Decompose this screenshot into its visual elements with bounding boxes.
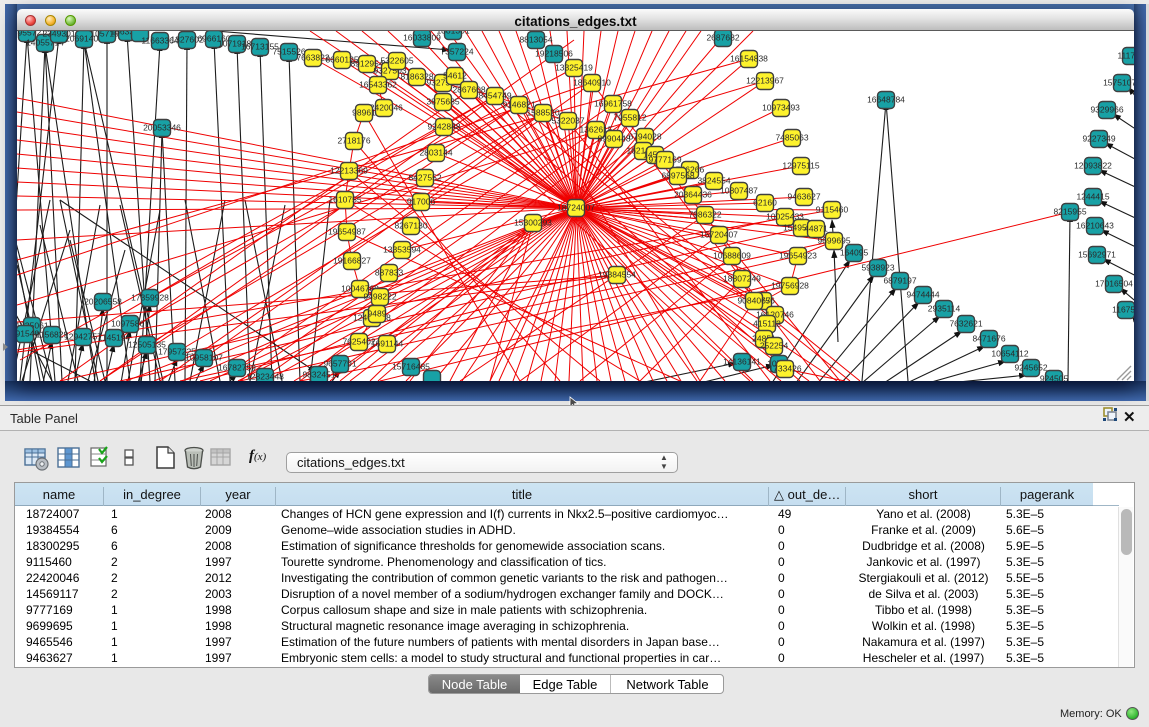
svg-text:6897568: 6897568 bbox=[661, 171, 694, 181]
svg-text:18807249: 18807249 bbox=[723, 274, 761, 284]
svg-text:19756928: 19756928 bbox=[771, 281, 809, 291]
svg-text:2718176: 2718176 bbox=[337, 136, 370, 146]
svg-text:16961758: 16961758 bbox=[594, 99, 632, 109]
svg-text:6794028: 6794028 bbox=[628, 132, 661, 142]
svg-text:9242848: 9242848 bbox=[427, 122, 460, 132]
svg-text:20053346: 20053346 bbox=[143, 123, 181, 133]
svg-text:15716485: 15716485 bbox=[392, 362, 430, 372]
svg-text:15720407: 15720407 bbox=[700, 230, 738, 240]
svg-text:2935114: 2935114 bbox=[928, 304, 961, 314]
svg-text:116753: 116753 bbox=[1112, 305, 1134, 315]
svg-text:9245652: 9245652 bbox=[1014, 363, 1047, 373]
svg-text:18724007: 18724007 bbox=[557, 203, 595, 213]
svg-text:12823448: 12823448 bbox=[246, 372, 284, 382]
svg-text:9832451: 9832451 bbox=[302, 370, 335, 380]
svg-text:15751074: 15751074 bbox=[1103, 78, 1134, 88]
svg-text:10973493: 10973493 bbox=[762, 103, 800, 113]
svg-text:19384554: 19384554 bbox=[598, 270, 636, 280]
svg-text:9474444: 9474444 bbox=[906, 290, 939, 300]
svg-text:16648784: 16648784 bbox=[867, 95, 905, 105]
svg-text:5322605: 5322605 bbox=[380, 56, 413, 66]
svg-text:917006: 917006 bbox=[407, 197, 436, 207]
svg-text:9699695: 9699695 bbox=[817, 236, 850, 246]
svg-text:7357224: 7357224 bbox=[440, 47, 473, 57]
svg-text:10807487: 10807487 bbox=[720, 186, 758, 196]
svg-text:8471676: 8471676 bbox=[972, 334, 1005, 344]
svg-text:19654923: 19654923 bbox=[779, 251, 817, 261]
svg-text:10958107: 10958107 bbox=[185, 353, 223, 363]
svg-text:9329966: 9329966 bbox=[1090, 105, 1123, 115]
svg-text:44871: 44871 bbox=[804, 224, 828, 234]
svg-text:1691144: 1691144 bbox=[371, 339, 404, 349]
svg-text:10688609: 10688609 bbox=[713, 251, 751, 261]
svg-text:18640910: 18640910 bbox=[573, 78, 611, 88]
svg-text:9115460: 9115460 bbox=[816, 205, 849, 215]
svg-text:16210643: 16210643 bbox=[1076, 221, 1114, 231]
svg-text:17359928: 17359928 bbox=[131, 293, 169, 303]
svg-text:924505: 924505 bbox=[1040, 374, 1069, 382]
svg-text:19218506: 19218506 bbox=[535, 49, 573, 59]
svg-text:415112: 415112 bbox=[753, 319, 781, 329]
svg-text:9084067: 9084067 bbox=[737, 296, 770, 306]
svg-text:13325419: 13325419 bbox=[555, 63, 593, 73]
svg-text:8427552: 8427552 bbox=[408, 173, 441, 183]
svg-text:2803144: 2803144 bbox=[419, 148, 452, 158]
svg-text:8990448: 8990448 bbox=[597, 134, 630, 144]
svg-text:5938923: 5938923 bbox=[861, 263, 894, 273]
svg-text:12213967: 12213967 bbox=[746, 76, 784, 86]
svg-text:9489: 9489 bbox=[368, 309, 387, 319]
svg-text:3824554: 3824554 bbox=[697, 176, 730, 186]
svg-text:7986322: 7986322 bbox=[688, 210, 721, 220]
svg-text:14136141: 14136141 bbox=[723, 357, 761, 367]
svg-text:9498222: 9498222 bbox=[363, 292, 396, 302]
svg-text:12975115: 12975115 bbox=[782, 161, 819, 171]
svg-text:3875685: 3875685 bbox=[426, 97, 459, 107]
svg-text:10654112: 10654112 bbox=[991, 349, 1028, 359]
svg-text:164095: 164095 bbox=[840, 248, 869, 258]
svg-text:1244415: 1244415 bbox=[1076, 192, 1109, 202]
svg-text:1733426: 1733426 bbox=[768, 364, 801, 374]
svg-text:19654987: 19654987 bbox=[328, 227, 366, 237]
svg-text:12213369: 12213369 bbox=[330, 166, 368, 176]
svg-text:16543362: 16543362 bbox=[359, 80, 397, 90]
svg-text:12942757: 12942757 bbox=[64, 332, 102, 342]
svg-text:8215955: 8215955 bbox=[1053, 207, 1086, 217]
svg-text:15300293: 15300293 bbox=[514, 218, 552, 228]
svg-text:17016504: 17016504 bbox=[1095, 279, 1133, 289]
svg-text:19166827: 19166827 bbox=[333, 256, 371, 266]
svg-text:62160: 62160 bbox=[753, 198, 777, 208]
svg-text:9777169: 9777169 bbox=[648, 155, 681, 165]
svg-text:9657791: 9657791 bbox=[323, 359, 356, 369]
svg-text:1881301: 1881301 bbox=[436, 31, 469, 36]
svg-text:1610755: 1610755 bbox=[328, 195, 361, 205]
svg-text:8813054: 8813054 bbox=[519, 35, 552, 45]
svg-text:8267130: 8267130 bbox=[394, 221, 427, 231]
svg-text:7632621: 7632621 bbox=[949, 319, 982, 329]
svg-text:54612: 54612 bbox=[443, 71, 467, 81]
svg-text:13353594: 13353594 bbox=[383, 245, 421, 255]
svg-text:20206558: 20206558 bbox=[84, 297, 122, 307]
svg-text:15692971: 15692971 bbox=[1078, 250, 1116, 260]
svg-text:1145194: 1145194 bbox=[98, 333, 131, 343]
svg-text:16154838: 16154838 bbox=[730, 54, 768, 64]
svg-text:2687682: 2687682 bbox=[706, 33, 739, 43]
svg-text:6879197: 6879197 bbox=[883, 276, 916, 286]
svg-text:111745: 111745 bbox=[1117, 51, 1134, 61]
svg-text:252254: 252254 bbox=[760, 341, 789, 351]
svg-text:20364436: 20364436 bbox=[674, 190, 712, 200]
svg-text:7955812: 7955812 bbox=[613, 113, 646, 123]
svg-text:9463627: 9463627 bbox=[787, 192, 820, 202]
svg-text:7485063: 7485063 bbox=[775, 133, 808, 143]
svg-text:9227349: 9227349 bbox=[1082, 134, 1115, 144]
svg-text:887833: 887833 bbox=[375, 268, 404, 278]
svg-text:16033809: 16033809 bbox=[403, 33, 441, 43]
svg-text:10975867: 10975867 bbox=[111, 319, 149, 329]
svg-text:98961: 98961 bbox=[352, 108, 376, 118]
svg-text:12093822: 12093822 bbox=[1074, 161, 1112, 171]
